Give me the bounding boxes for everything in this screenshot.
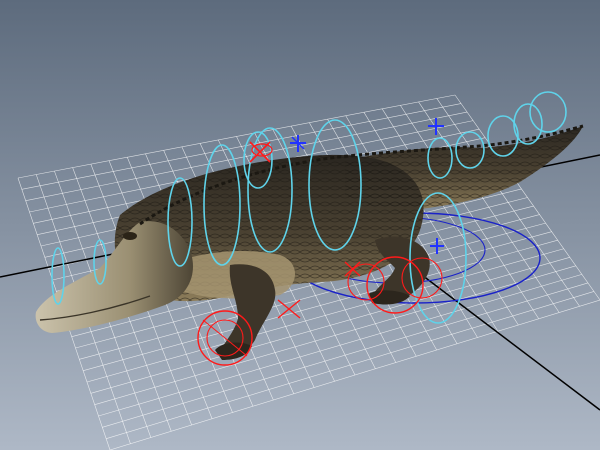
maya-perspective-viewport[interactable] [0, 0, 600, 450]
viewport-canvas[interactable] [0, 0, 600, 450]
alligator-eye [123, 232, 137, 240]
